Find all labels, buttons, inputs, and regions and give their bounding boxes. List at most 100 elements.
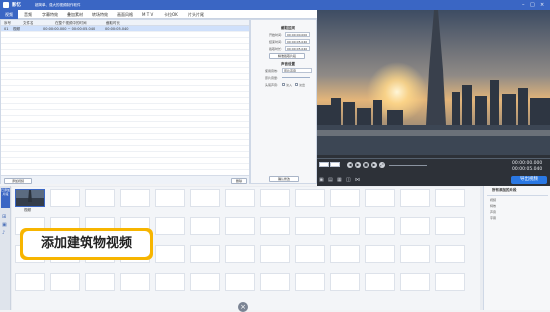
timeline-slot[interactable]: [155, 245, 185, 263]
zoom-select[interactable]: [330, 162, 340, 167]
start-time-label: 开始时间:: [269, 33, 283, 37]
menu-item-transition[interactable]: 转场特效: [92, 12, 108, 18]
volume-bar[interactable]: [389, 165, 427, 166]
menu-item-karaoke[interactable]: 卡拉OK: [164, 12, 178, 18]
play-icon[interactable]: ▶: [355, 162, 361, 168]
timeline-slot[interactable]: [400, 245, 430, 263]
timeline-slot[interactable]: [190, 189, 220, 207]
timeline-slot[interactable]: [225, 189, 255, 207]
timeline-slot[interactable]: [260, 189, 290, 207]
timeline-slot[interactable]: [155, 189, 185, 207]
menu-item-style[interactable]: 画面风格: [117, 12, 133, 18]
clip-list-title: 所有添加的片段: [492, 188, 517, 192]
timeline-slot[interactable]: [400, 189, 430, 207]
instruction-callout: 添加建筑物视频: [20, 228, 153, 260]
clip-item-subtitle[interactable]: 字幕: [490, 216, 496, 220]
clip-item-effect[interactable]: 特效: [490, 204, 496, 208]
menu-item-overlay[interactable]: 叠加素材: [67, 12, 83, 18]
list-footer: 添加视频 删除: [1, 175, 249, 184]
timeline-slot[interactable]: [330, 189, 360, 207]
timeline-slot[interactable]: [400, 217, 430, 235]
timeline-slot[interactable]: [295, 217, 325, 235]
timeline-slot[interactable]: [225, 217, 255, 235]
timeline-slot[interactable]: [435, 189, 465, 207]
menu-item-audio[interactable]: 音频: [24, 12, 32, 18]
timeline-slot[interactable]: [190, 273, 220, 291]
menu-item-mtv[interactable]: M T V: [142, 12, 153, 17]
timeline-slot[interactable]: [295, 189, 325, 207]
timeline-slot[interactable]: [85, 273, 115, 291]
clip-thumbnail[interactable]: [15, 189, 45, 207]
speed-select[interactable]: [319, 162, 329, 167]
stop-icon[interactable]: ■: [363, 162, 369, 168]
sound-effect-select[interactable]: 原片声音: [282, 68, 312, 73]
callout-text: 添加建筑物视频: [23, 231, 150, 257]
timeline-slot[interactable]: [400, 273, 430, 291]
timeline-slot[interactable]: [120, 273, 150, 291]
timeline-slot[interactable]: [435, 245, 465, 263]
progress-track[interactable]: [317, 158, 550, 159]
timeline-slot[interactable]: [50, 273, 80, 291]
timeline-slot[interactable]: [330, 273, 360, 291]
timeline-slot[interactable]: [260, 217, 290, 235]
clip-item-sound[interactable]: 声音: [490, 210, 496, 214]
timeline-slot[interactable]: [365, 273, 395, 291]
current-time: 00:00:00.000: [512, 161, 543, 166]
timeline-slot[interactable]: [190, 217, 220, 235]
fade-in-checkbox[interactable]: [282, 83, 285, 86]
timeline-slot[interactable]: [435, 273, 465, 291]
timeline-slot[interactable]: [120, 189, 150, 207]
add-video-button[interactable]: 添加视频: [4, 177, 32, 184]
maximize-icon[interactable]: □: [530, 2, 535, 8]
timeline-slot[interactable]: [260, 245, 290, 263]
crop-icon[interactable]: ◫: [346, 177, 351, 183]
timeline-slot[interactable]: [295, 245, 325, 263]
timeline-slot[interactable]: [155, 217, 185, 235]
clip-settings-panel: 截取区间 开始时间: 00:00:00.000 结束时间: 00:00:05.0…: [250, 19, 317, 184]
collapse-close-icon[interactable]: ×: [238, 302, 248, 312]
clip-label: 视频: [24, 208, 31, 212]
menu-item-subtitle[interactable]: 字幕特效: [42, 12, 58, 18]
next-icon[interactable]: ▶: [371, 162, 377, 168]
timeline-slot[interactable]: [295, 273, 325, 291]
close-icon[interactable]: ×: [540, 2, 544, 8]
music-icon[interactable]: ♪: [2, 230, 5, 236]
timeline-slot[interactable]: [365, 189, 395, 207]
clip-item-video[interactable]: 视频: [490, 198, 496, 202]
precise-clip-button[interactable]: 精准截取片段: [269, 53, 305, 59]
menu-item-video[interactable]: 视频: [0, 10, 18, 19]
timeline-slot[interactable]: [15, 273, 45, 291]
timeline-slot[interactable]: [365, 217, 395, 235]
snapshot-icon[interactable]: ▣: [319, 177, 324, 183]
timeline-slot[interactable]: [260, 273, 290, 291]
duration-field[interactable]: 00:00:05.040: [285, 46, 310, 51]
edit-icon[interactable]: ▦: [337, 177, 342, 183]
volume-slider[interactable]: [282, 77, 310, 78]
timeline-slot[interactable]: [225, 245, 255, 263]
share-icon[interactable]: ⋈: [355, 177, 360, 183]
timeline-slot[interactable]: [225, 273, 255, 291]
add-icon[interactable]: ⊞: [2, 214, 6, 220]
export-video-button[interactable]: 导出视频: [511, 176, 547, 184]
end-time-field[interactable]: 00:00:05.040: [285, 39, 310, 44]
timeline-slot[interactable]: [435, 217, 465, 235]
timeline-slot[interactable]: [330, 245, 360, 263]
folder-icon[interactable]: ▤: [328, 177, 333, 183]
fade-out-checkbox[interactable]: [295, 83, 298, 86]
prev-icon[interactable]: ◀: [347, 162, 353, 168]
added-clips-tab[interactable]: 已添加片段: [1, 188, 10, 208]
fullscreen-icon[interactable]: ⤢: [379, 162, 385, 168]
timeline-slot[interactable]: [85, 189, 115, 207]
sound-effect-label: 使用音效:: [265, 69, 279, 73]
timeline-slot[interactable]: [155, 273, 185, 291]
timeline-slot[interactable]: [365, 245, 395, 263]
timeline-slot[interactable]: [190, 245, 220, 263]
confirm-button[interactable]: 确认修改: [269, 176, 299, 182]
minimize-icon[interactable]: –: [522, 2, 525, 8]
start-time-field[interactable]: 00:00:00.000: [285, 32, 310, 37]
image-icon[interactable]: ▣: [2, 222, 7, 228]
menu-item-intro[interactable]: 片头片尾: [188, 12, 204, 18]
timeline-slot[interactable]: [330, 217, 360, 235]
timeline-slot[interactable]: [50, 189, 80, 207]
delete-button[interactable]: 删除: [231, 177, 247, 184]
